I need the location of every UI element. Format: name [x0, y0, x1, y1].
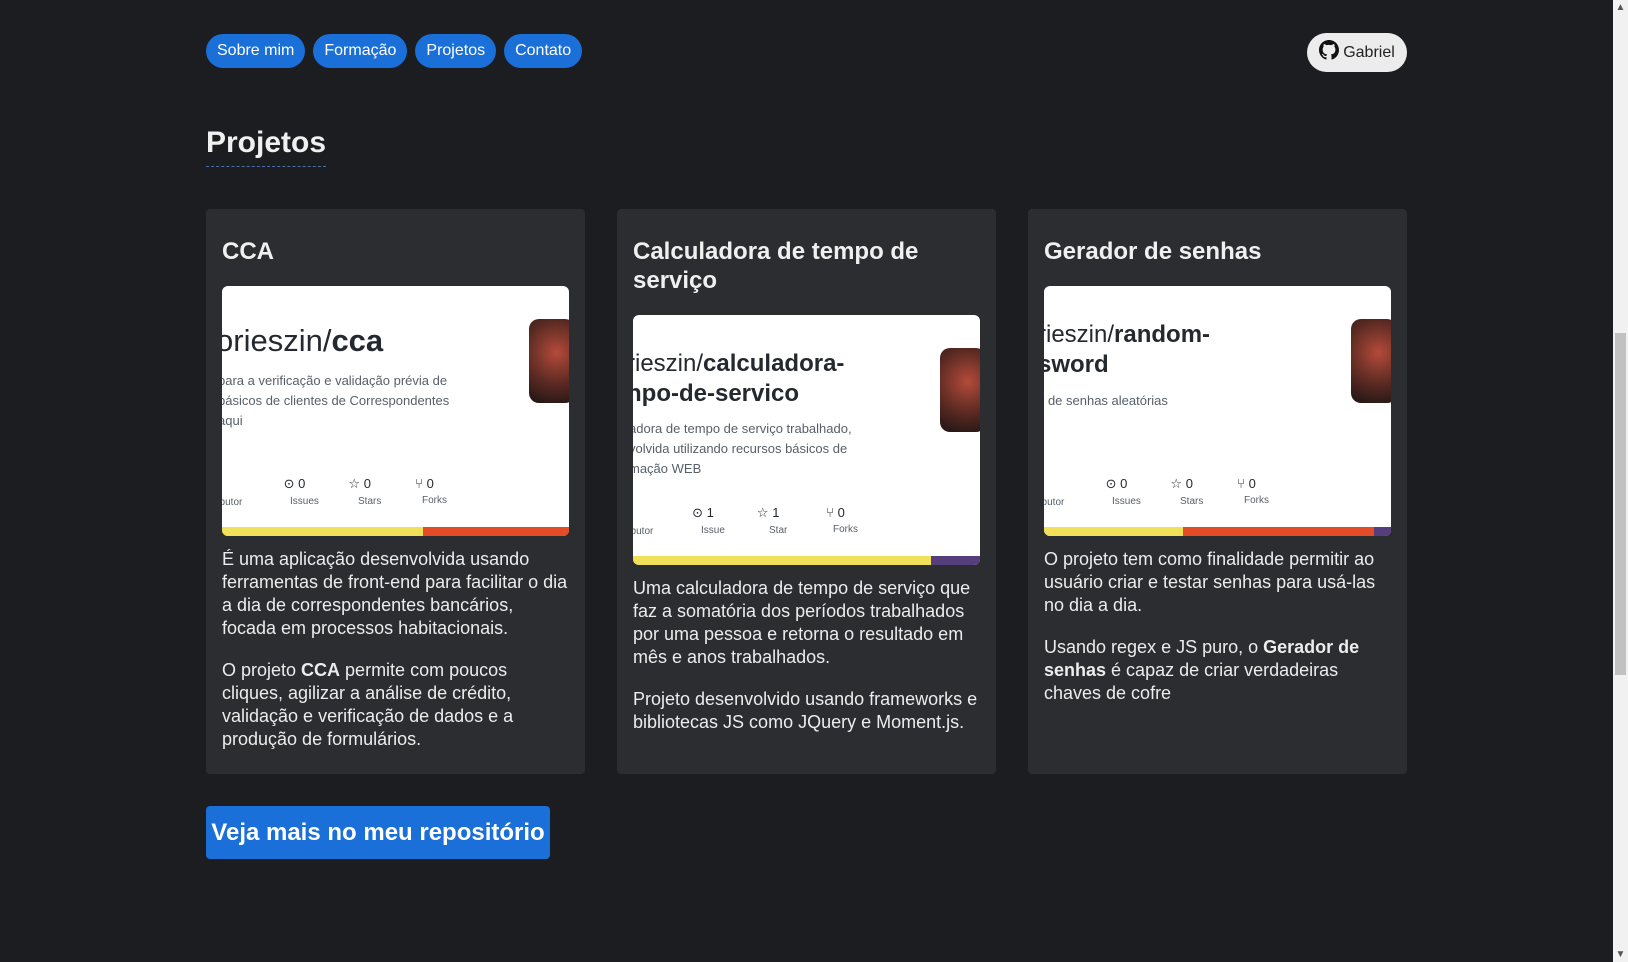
project-card-gerador-senhas: Gerador de senhas rieszin/random-sword r… [1028, 209, 1407, 774]
card-title: Calculadora de tempo de serviço [633, 238, 919, 294]
stars-stat: ☆ 0 Stars [1170, 476, 1204, 507]
card-description: Usando regex e JS puro, o Gerador de sen… [1044, 637, 1360, 703]
star-icon: ☆ [1170, 476, 1183, 491]
issue-icon: ⊙ [692, 505, 703, 520]
star-icon: ☆ [756, 505, 769, 520]
repo-name: rieszin/random-sword [1044, 321, 1211, 378]
owner-avatar [940, 348, 980, 432]
scrollbar-thumb[interactable] [1615, 333, 1626, 675]
contributor-stat: ributor [222, 497, 243, 508]
issues-stat: ⊙ 0 Issues [1105, 476, 1141, 507]
fork-icon: ⑂ [826, 505, 834, 520]
fork-icon: ⑂ [415, 476, 423, 491]
project-card-calculadora: Calculadora de tempo de serviço rieszin/… [617, 209, 996, 774]
owner-avatar [529, 319, 569, 403]
card-title: CCA [222, 238, 274, 265]
repo-desc-line: volvida utilizando recursos básicos de [633, 441, 848, 456]
github-label: Gabriel [1343, 43, 1395, 61]
issue-icon: ⊙ [1105, 476, 1117, 491]
card-description: Projeto desenvolvido usando frameworks e… [633, 689, 978, 732]
card-description: O projeto CCA permite com poucos cliques… [222, 660, 514, 749]
repo-desc-line: aqui [222, 413, 243, 428]
scroll-up-icon[interactable]: ▲ [1613, 0, 1628, 15]
card-description: O projeto tem como finalidade permitir a… [1044, 549, 1376, 615]
repo-preview-image[interactable]: rieszin/random-sword r de senhas aleatór… [1044, 286, 1391, 536]
repo-preview-image[interactable]: orieszin/cca para a verificação e valida… [222, 286, 569, 536]
owner-avatar [1351, 319, 1391, 403]
contributor-stat: ributor [633, 526, 654, 537]
repo-name: rieszin/calculadora-npo-de-servico [633, 350, 845, 407]
repo-desc-line: mação WEB [633, 461, 702, 476]
stars-stat: ☆ 1 Star [756, 505, 788, 536]
issues-stat: ⊙ 1 Issue [692, 505, 725, 536]
repository-link-button[interactable]: Veja mais no meu repositório [206, 806, 550, 859]
page-scrollbar[interactable]: ▲ ▼ [1613, 0, 1628, 962]
language-bar [633, 556, 980, 565]
card-description: É uma aplicação desenvolvida usando ferr… [222, 549, 568, 638]
issue-icon: ⊙ [283, 476, 295, 491]
project-card-cca: CCA orieszin/cca para a verificação e va… [206, 209, 585, 774]
card-title: Gerador de senhas [1044, 238, 1262, 265]
fork-icon: ⑂ [1237, 476, 1245, 491]
repo-desc-line: básicos de clientes de Correspondentes [222, 393, 450, 408]
github-icon [1319, 40, 1340, 65]
forks-stat: ⑂ 0 Forks [826, 505, 858, 535]
language-bar [1044, 527, 1391, 536]
repo-desc-line: adora de tempo de serviço trabalhado, [633, 421, 852, 436]
issues-stat: ⊙ 0 Issues [283, 476, 319, 507]
repo-preview-image[interactable]: rieszin/calculadora-npo-de-servico adora… [633, 315, 980, 565]
section-title: Projetos [206, 126, 327, 167]
top-nav: Sobre mim Formação Projetos Contato [206, 34, 583, 68]
repo-stats: ributor ⊙ 0Issues ☆ 0Stars ⑂ 0Forks [1044, 476, 1391, 512]
nav-sobre-mim[interactable]: Sobre mim [206, 34, 306, 68]
stars-stat: ☆ 0 Stars [348, 476, 382, 507]
scroll-down-icon[interactable]: ▼ [1613, 947, 1628, 962]
repo-stats: ributor ⊙ 0Issues ☆ 0Stars ⑂ 0Forks [222, 476, 569, 512]
repo-name: orieszin/cca [222, 323, 384, 358]
star-icon: ☆ [348, 476, 361, 491]
repo-stats: ributor ⊙ 1Issue ☆ 1Star ⑂ 0Forks [633, 505, 980, 541]
card-description: Uma calculadora de tempo de serviço que … [633, 578, 971, 667]
contributor-stat: ributor [1044, 497, 1065, 508]
forks-stat: ⑂ 0 Forks [1237, 476, 1269, 506]
language-bar [222, 527, 569, 536]
github-button[interactable]: Gabriel [1307, 33, 1407, 72]
forks-stat: ⑂ 0 Forks [415, 476, 447, 506]
repo-desc-line: para a verificação e validação prévia de [222, 373, 448, 388]
nav-contato[interactable]: Contato [504, 34, 583, 68]
nav-formacao[interactable]: Formação [313, 34, 408, 68]
nav-projetos[interactable]: Projetos [415, 34, 497, 68]
repo-desc-line: r de senhas aleatórias [1044, 393, 1168, 408]
